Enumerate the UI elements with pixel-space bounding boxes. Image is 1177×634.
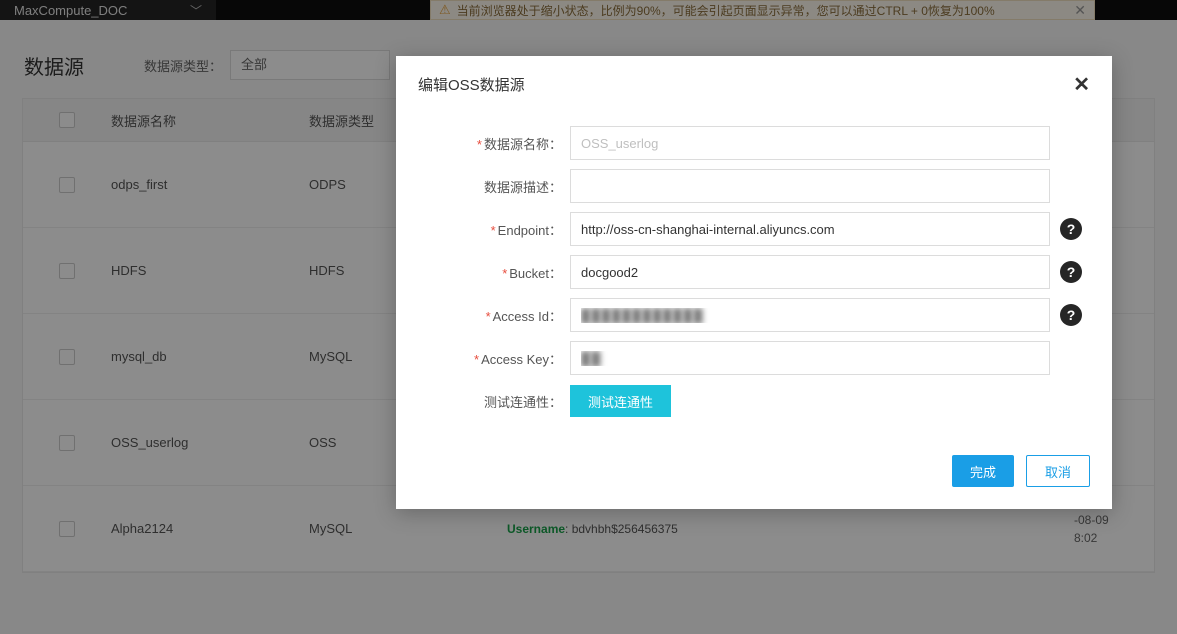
label-desc: 数据源描述： bbox=[484, 180, 562, 195]
datasource-desc-input[interactable] bbox=[570, 169, 1050, 203]
cancel-button[interactable]: 取消 bbox=[1026, 455, 1090, 487]
bucket-input[interactable] bbox=[570, 255, 1050, 289]
help-icon[interactable]: ? bbox=[1060, 261, 1082, 283]
modal-title: 编辑OSS数据源 bbox=[418, 74, 525, 95]
access-key-input[interactable] bbox=[570, 341, 1050, 375]
endpoint-input[interactable] bbox=[570, 212, 1050, 246]
help-icon[interactable]: ? bbox=[1060, 304, 1082, 326]
test-connectivity-button[interactable]: 测试连通性 bbox=[570, 385, 671, 417]
label-endpoint: Endpoint： bbox=[498, 223, 562, 238]
label-bucket: Bucket： bbox=[509, 266, 562, 281]
label-name: 数据源名称： bbox=[484, 137, 562, 152]
datasource-name-input bbox=[570, 126, 1050, 160]
close-icon[interactable]: ✕ bbox=[1073, 76, 1090, 94]
label-access-key: Access Key： bbox=[481, 352, 562, 367]
confirm-button[interactable]: 完成 bbox=[952, 455, 1014, 487]
label-connectivity: 测试连通性： bbox=[484, 395, 562, 410]
edit-oss-datasource-modal: 编辑OSS数据源 ✕ *数据源名称： 数据源描述： *Endpoint： ? *… bbox=[396, 56, 1112, 509]
label-access-id: Access Id： bbox=[493, 309, 562, 324]
access-id-input[interactable] bbox=[570, 298, 1050, 332]
help-icon[interactable]: ? bbox=[1060, 218, 1082, 240]
